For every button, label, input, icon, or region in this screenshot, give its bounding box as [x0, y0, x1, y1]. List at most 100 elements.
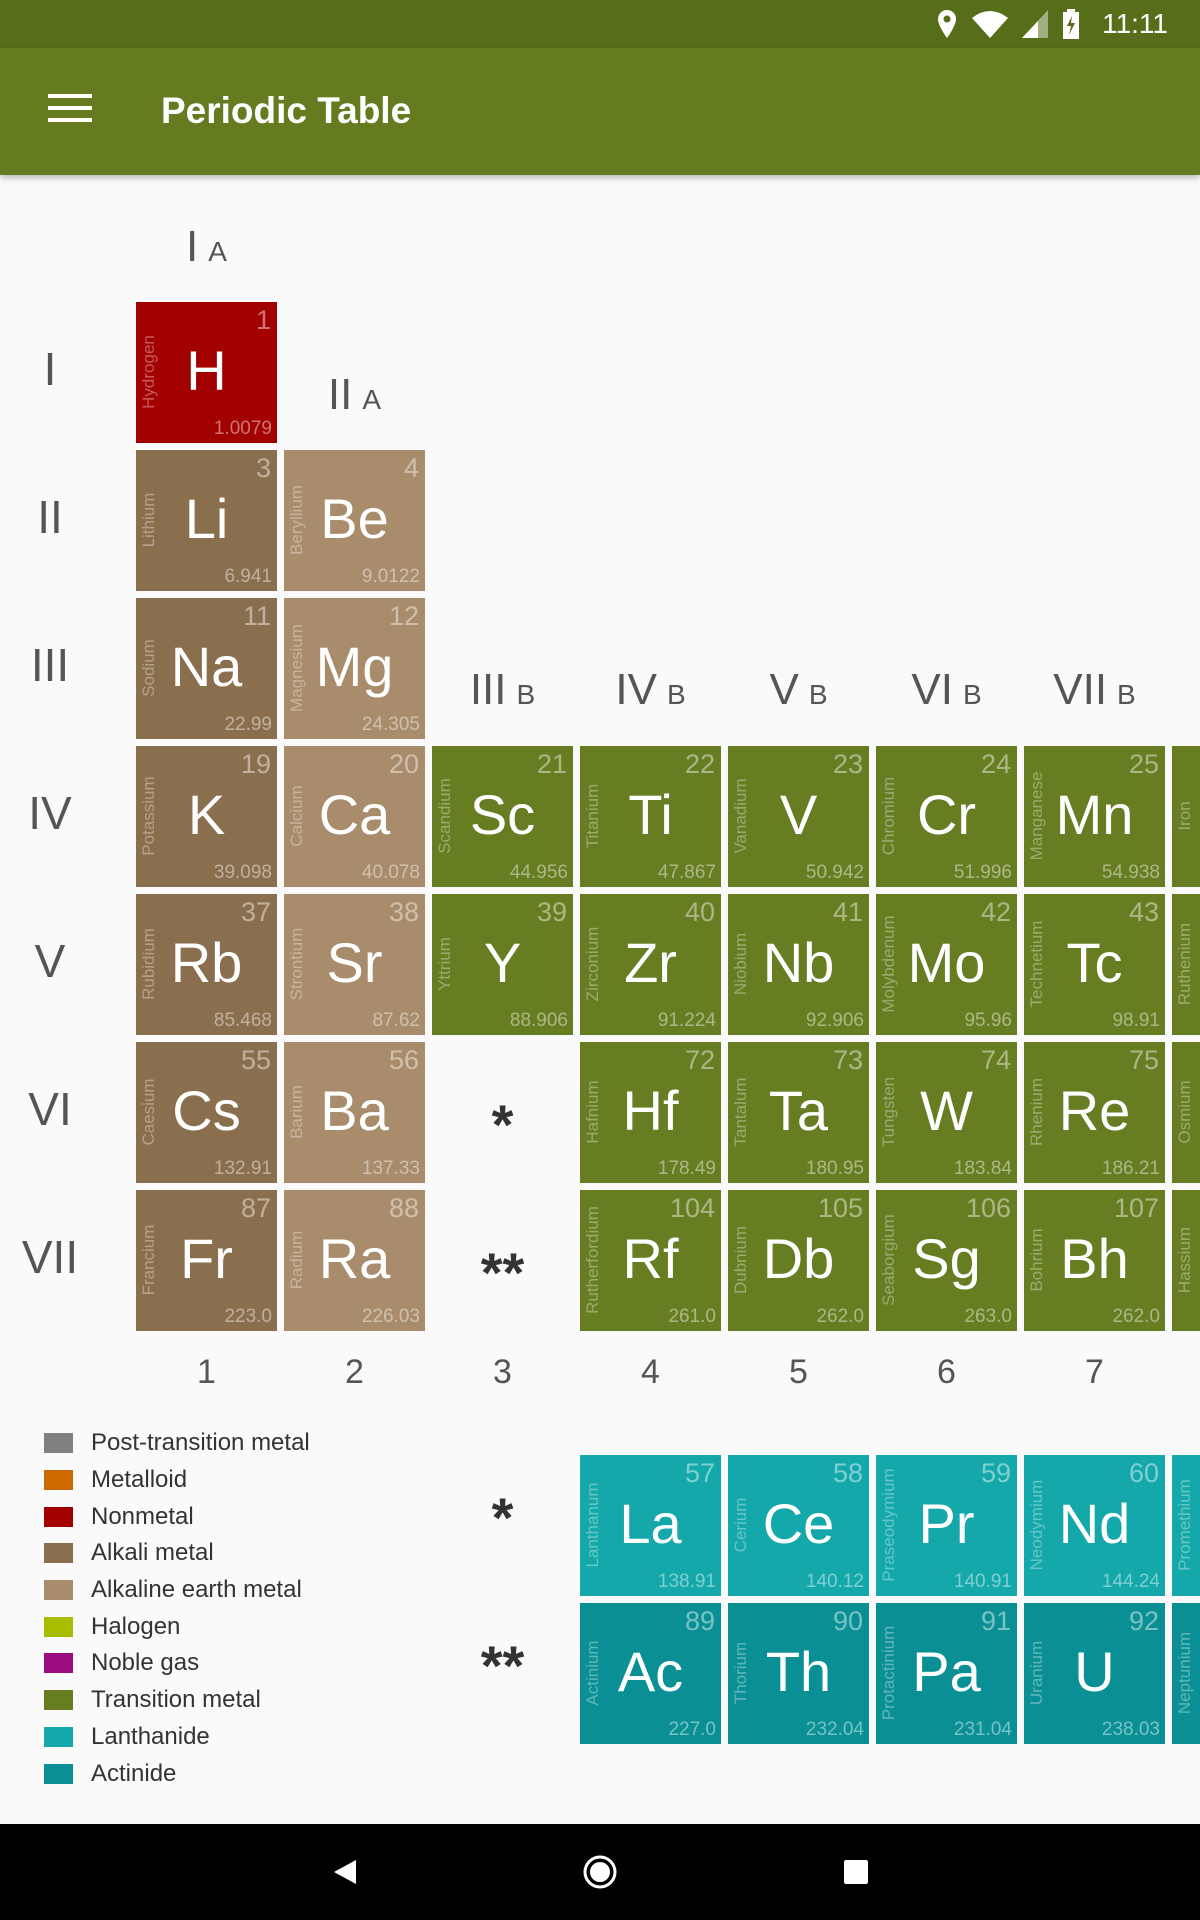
- element-seaborgium[interactable]: 106 Sg 263.0 Seaborgium: [876, 1190, 1017, 1331]
- element-rubidium[interactable]: 37 Rb 85.468 Rubidium: [136, 894, 277, 1035]
- element-technetium[interactable]: 43 Tc 98.91 Technetium: [1024, 894, 1165, 1035]
- atomic-number: 22: [684, 749, 715, 779]
- atomic-number: 56: [388, 1045, 419, 1075]
- element-caesium[interactable]: 55 Cs 132.91 Caesium: [136, 1042, 277, 1183]
- atomic-number: 23: [832, 749, 863, 779]
- element-bohrium[interactable]: 107 Bh 262.0 Bohrium: [1024, 1190, 1165, 1331]
- atomic-number: 105: [817, 1193, 863, 1223]
- atomic-number: 4: [403, 453, 419, 483]
- atomic-mass: 95.96: [964, 1010, 1012, 1031]
- element-calcium[interactable]: 20 Ca 40.078 Calcium: [284, 746, 425, 887]
- element-molybdenum[interactable]: 42 Mo 95.96 Molybdenum: [876, 894, 1017, 1035]
- element-name: Rubidium: [139, 928, 158, 1000]
- atomic-mass: 9.0122: [361, 566, 420, 587]
- atomic-number: 59: [980, 1458, 1011, 1488]
- element-name: Cerium: [731, 1497, 750, 1553]
- atomic-mass: 88.906: [509, 1010, 568, 1031]
- element-radium[interactable]: 88 Ra 226.03 Radium: [284, 1190, 425, 1331]
- atomic-number: 106: [965, 1193, 1011, 1223]
- element-name: Chromium: [879, 776, 898, 856]
- element-protactinium[interactable]: 91 Pa 231.04 Protactinium: [876, 1603, 1017, 1744]
- recents-icon[interactable]: [832, 1848, 880, 1896]
- element-manganese[interactable]: 25 Mn 54.938 Manganese: [1024, 746, 1165, 887]
- element-uranium[interactable]: 92 U 238.03 Uranium: [1024, 1603, 1165, 1744]
- group-roman: III: [469, 665, 507, 714]
- element-lithium[interactable]: 3 Li 6.941 Lithium: [136, 450, 277, 591]
- back-icon[interactable]: [321, 1848, 369, 1896]
- atomic-mass: 261.0: [668, 1306, 716, 1327]
- element-name: Hassium: [1175, 1226, 1194, 1294]
- period-label: I: [43, 343, 57, 395]
- atomic-number: 75: [1128, 1045, 1159, 1075]
- atomic-number: 89: [684, 1606, 715, 1636]
- element-vanadium[interactable]: 23 V 50.942 Vanadium: [728, 746, 869, 887]
- element-praseodymium[interactable]: 59 Pr 140.91 Praseodymium: [876, 1455, 1017, 1596]
- element-chromium[interactable]: 24 Cr 51.996 Chromium: [876, 746, 1017, 887]
- atomic-number: 90: [832, 1606, 863, 1636]
- element-name: Zirconium: [583, 926, 602, 1002]
- element-niobium[interactable]: 41 Nb 92.906 Niobium: [728, 894, 869, 1035]
- atomic-number: 92: [1128, 1606, 1159, 1636]
- atomic-mass: 238.03: [1101, 1719, 1160, 1740]
- element-name: Dubnium: [731, 1225, 750, 1295]
- element-titanium[interactable]: 22 Ti 47.867 Titanium: [580, 746, 721, 887]
- element-name: Hafnium: [583, 1080, 602, 1144]
- element-name: Technetium: [1027, 920, 1046, 1008]
- atomic-mass: 226.03: [361, 1306, 420, 1327]
- element-ruthenium[interactable]: Ruthenium: [1172, 894, 1200, 1035]
- element-beryllium[interactable]: 4 Be 9.0122 Beryllium: [284, 450, 425, 591]
- home-icon[interactable]: [576, 1848, 624, 1896]
- element-zirconium[interactable]: 40 Zr 91.224 Zirconium: [580, 894, 721, 1035]
- atomic-mass: 44.956: [509, 862, 568, 883]
- atomic-mass: 137.33: [361, 1158, 420, 1179]
- element-iron[interactable]: Iron: [1172, 746, 1200, 887]
- atomic-mass: 91.224: [657, 1010, 716, 1031]
- legend-item: Post-transition metal: [44, 1425, 310, 1462]
- lanthanide-marker: *: [491, 1093, 514, 1156]
- element-osmium[interactable]: Osmium: [1172, 1042, 1200, 1183]
- element-tungsten[interactable]: 74 W 183.84 Tungsten: [876, 1042, 1017, 1183]
- element-lanthanum[interactable]: 57 La 138.91 Lanthanum: [580, 1455, 721, 1596]
- element-magnesium[interactable]: 12 Mg 24.305 Magnesium: [284, 598, 425, 739]
- legend-label: Actinide: [91, 1759, 177, 1787]
- element-rutherfordium[interactable]: 104 Rf 261.0 Rutherfordium: [580, 1190, 721, 1331]
- element-name: Seaborgium: [879, 1214, 898, 1306]
- legend-label: Nonmetal: [91, 1502, 194, 1530]
- element-barium[interactable]: 56 Ba 137.33 Barium: [284, 1042, 425, 1183]
- element-dubnium[interactable]: 105 Db 262.0 Dubnium: [728, 1190, 869, 1331]
- atomic-mass: 1.0079: [213, 418, 272, 439]
- element-francium[interactable]: 87 Fr 223.0 Francium: [136, 1190, 277, 1331]
- legend-swatch: [44, 1433, 73, 1454]
- element-neodymium[interactable]: 60 Nd 144.24 Neodymium: [1024, 1455, 1165, 1596]
- group-roman: VI: [911, 665, 953, 714]
- atomic-number: 55: [240, 1045, 271, 1075]
- element-potassium[interactable]: 19 K 39.098 Potassium: [136, 746, 277, 887]
- element-scandium[interactable]: 21 Sc 44.956 Scandium: [432, 746, 573, 887]
- legend-item: Alkali metal: [44, 1535, 310, 1572]
- period-label: III: [30, 639, 70, 691]
- element-neptunium[interactable]: Neptunium: [1172, 1603, 1200, 1744]
- atomic-mass: 178.49: [657, 1158, 716, 1179]
- element-hydrogen[interactable]: 1 H 1.0079 Hydrogen: [136, 302, 277, 443]
- element-hafnium[interactable]: 72 Hf 178.49 Hafnium: [580, 1042, 721, 1183]
- element-name: Rutherfordium: [583, 1206, 602, 1314]
- legend-label: Post-transition metal: [91, 1429, 310, 1457]
- element-name: Titanium: [583, 783, 602, 849]
- element-strontium[interactable]: 38 Sr 87.62 Strontium: [284, 894, 425, 1035]
- atomic-mass: 223.0: [224, 1306, 272, 1327]
- element-promethium[interactable]: Promethium: [1172, 1455, 1200, 1596]
- element-thorium[interactable]: 90 Th 232.04 Thorium: [728, 1603, 869, 1744]
- legend-item: Noble gas: [44, 1645, 310, 1682]
- element-name: Uranium: [1027, 1640, 1046, 1706]
- group-subgroup: B: [666, 679, 686, 710]
- element-actinium[interactable]: 89 Ac 227.0 Actinium: [580, 1603, 721, 1744]
- element-name: Hydrogen: [139, 335, 158, 409]
- hamburger-menu-icon[interactable]: [48, 94, 92, 128]
- element-rhenium[interactable]: 75 Re 186.21 Rhenium: [1024, 1042, 1165, 1183]
- element-tantalum[interactable]: 73 Ta 180.95 Tantalum: [728, 1042, 869, 1183]
- element-yttrium[interactable]: 39 Y 88.906 Yttrium: [432, 894, 573, 1035]
- element-cerium[interactable]: 58 Ce 140.12 Cerium: [728, 1455, 869, 1596]
- group-subgroup: B: [962, 679, 982, 710]
- element-sodium[interactable]: 11 Na 22.99 Sodium: [136, 598, 277, 739]
- element-hassium[interactable]: Hassium: [1172, 1190, 1200, 1331]
